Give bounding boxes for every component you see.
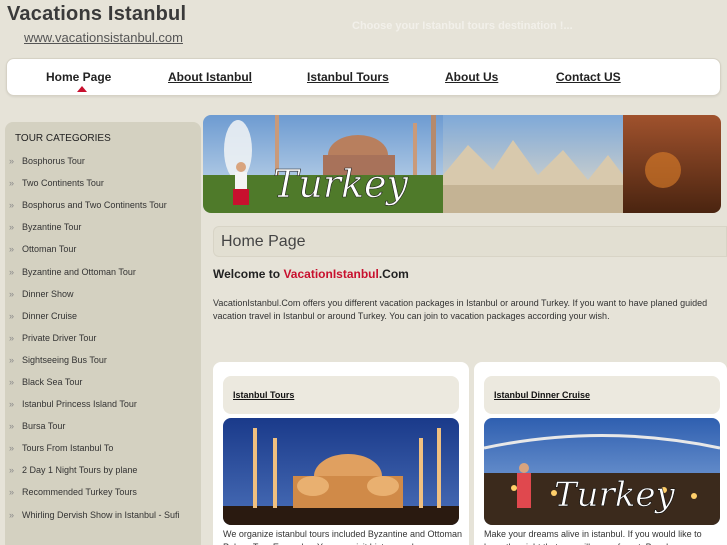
category-label: Byzantine and Ottoman Tour <box>22 266 136 277</box>
sidebar-title: TOUR CATEGORIES <box>15 133 111 144</box>
category-label: Istanbul Princess Island Tour <box>22 399 137 410</box>
card-title-link[interactable]: Istanbul Dinner Cruise <box>494 390 590 400</box>
bullet-icon: » <box>9 421 15 432</box>
page-heading-box: Home Page <box>213 226 727 257</box>
category-item[interactable]: » Dinner Cruise <box>5 305 201 327</box>
category-item[interactable]: » Recommended Turkey Tours <box>5 481 201 503</box>
category-item[interactable]: » Bosphorus and Two Continents Tour <box>5 194 201 216</box>
welcome-brand-red-2: Istanbul <box>332 267 379 281</box>
sidebar: TOUR CATEGORIES » Bosphorus Tour » Two Con… <box>5 122 201 545</box>
card-header: Istanbul Dinner Cruise <box>484 376 720 414</box>
nav-about-us[interactable]: About Us <box>445 70 498 84</box>
bullet-icon: » <box>9 487 15 498</box>
bullet-icon: » <box>9 288 15 299</box>
nav-about-istanbul[interactable]: About Istanbul <box>168 70 252 84</box>
category-item[interactable]: » Sightseeing Bus Tour <box>5 349 201 371</box>
category-label: Private Driver Tour <box>22 332 97 343</box>
bullet-icon: » <box>9 200 15 211</box>
bullet-icon: » <box>9 509 15 520</box>
category-item[interactable]: » Tours From Istanbul To <box>5 437 201 459</box>
nav-home-page[interactable]: Home Page <box>46 70 111 84</box>
intro-text: VacationIstanbul.Com offers you differen… <box>213 298 708 321</box>
tagline: Choose your Istanbul tours destination !… <box>352 20 573 32</box>
tour-card: Istanbul Tours We organize istanbul tour… <box>213 362 469 545</box>
category-label: Bursa Tour <box>22 421 66 432</box>
category-item[interactable]: » Dinner Show <box>5 283 201 305</box>
active-indicator-icon <box>77 86 87 92</box>
category-item[interactable]: » Bursa Tour <box>5 415 201 437</box>
category-label: Two Continents Tour <box>22 178 104 189</box>
card-script-text: Turkey <box>554 475 676 515</box>
category-label: Bosphorus Tour <box>22 156 85 167</box>
nav-contact-us[interactable]: Contact US <box>556 70 621 84</box>
bullet-icon: » <box>9 156 15 167</box>
category-item[interactable]: » Black Sea Tour <box>5 371 201 393</box>
category-label: Dinner Cruise <box>22 310 78 321</box>
site-title: Vacations Istanbul <box>7 3 187 25</box>
bullet-icon: » <box>9 354 15 365</box>
welcome-suffix: .Com <box>378 267 409 281</box>
bosphorus-night-image[interactable]: Turkey <box>484 418 720 525</box>
bullet-icon: » <box>9 244 15 255</box>
banner-script-text: Turkey <box>273 162 408 206</box>
turkey-banner-image: Turkey <box>203 115 721 213</box>
category-item[interactable]: » Byzantine Tour <box>5 216 201 238</box>
category-label: Black Sea Tour <box>22 376 83 387</box>
category-item[interactable]: » Two Continents Tour <box>5 172 201 194</box>
category-item[interactable]: » Ottoman Tour <box>5 238 201 260</box>
welcome-prefix: Welcome to <box>213 267 284 281</box>
mosque-night-image[interactable] <box>223 418 459 525</box>
card-title-link[interactable]: Istanbul Tours <box>233 390 294 400</box>
bullet-icon: » <box>9 465 15 476</box>
category-item[interactable]: » Bosphorus Tour <box>5 150 201 172</box>
card-header: Istanbul Tours <box>223 376 459 414</box>
bullet-icon: » <box>9 266 15 277</box>
welcome-brand-red: Vacation <box>283 267 333 281</box>
bullet-icon: » <box>9 399 15 410</box>
page-title: Home Page <box>221 233 306 250</box>
category-label: Ottoman Tour <box>22 244 77 255</box>
site-url-link[interactable]: www.vacationsistanbul.com <box>24 30 183 45</box>
bullet-icon: » <box>9 178 15 189</box>
category-label: Sightseeing Bus Tour <box>22 354 107 365</box>
tour-card: Istanbul Dinner Cruise Turkey Make your … <box>474 362 727 545</box>
bullet-icon: » <box>9 443 15 454</box>
category-label: Bosphorus and Two Continents Tour <box>22 200 167 211</box>
bullet-icon: » <box>9 332 15 343</box>
main-nav: Home Page About Istanbul Istanbul Tours … <box>6 58 721 96</box>
category-label: Whirling Dervish Show in Istanbul - Sufi <box>22 509 180 520</box>
category-item[interactable]: » Istanbul Princess Island Tour <box>5 393 201 415</box>
category-item[interactable]: » 2 Day 1 Night Tours by plane <box>5 459 201 481</box>
tour-category-list: » Bosphorus Tour » Two Continents Tour » Bo… <box>5 150 201 526</box>
category-label: 2 Day 1 Night Tours by plane <box>22 465 138 476</box>
card-description: Make your dreams alive in istanbul. If y… <box>484 529 702 545</box>
card-description: We organize istanbul tours included Byza… <box>223 529 462 545</box>
category-item[interactable]: » Byzantine and Ottoman Tour <box>5 260 201 282</box>
bullet-icon: » <box>9 376 15 387</box>
category-item[interactable]: » Private Driver Tour <box>5 327 201 349</box>
bullet-icon: » <box>9 222 15 233</box>
nav-istanbul-tours[interactable]: Istanbul Tours <box>307 70 389 84</box>
bullet-icon: » <box>9 310 15 321</box>
category-label: Byzantine Tour <box>22 222 82 233</box>
welcome-heading: Welcome to VacationIstanbul.Com <box>213 267 409 281</box>
category-label: Dinner Show <box>22 288 74 299</box>
category-label: Tours From Istanbul To <box>22 443 114 454</box>
category-label: Recommended Turkey Tours <box>22 487 137 498</box>
category-item[interactable]: » Whirling Dervish Show in Istanbul - Suf… <box>5 504 201 526</box>
